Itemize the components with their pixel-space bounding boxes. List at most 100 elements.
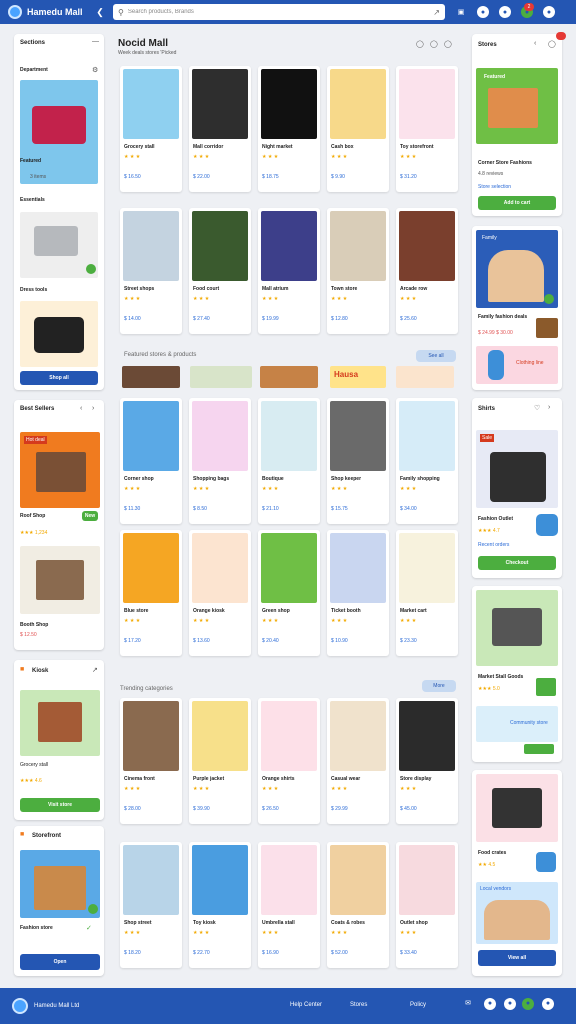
footer-link[interactable]: Help Center <box>290 1002 322 1008</box>
share-icon[interactable]: ↗ <box>92 666 98 674</box>
booth-shop-image[interactable] <box>20 546 100 614</box>
product-card[interactable]: Store display ★ ★ ★ $ 45.00 <box>396 698 458 824</box>
product-card[interactable]: Boutique ★ ★ ★ $ 21.10 <box>258 398 320 524</box>
product-card[interactable]: Purple jacket ★ ★ ★ $ 39.90 <box>189 698 251 824</box>
collapse-icon[interactable]: — <box>92 38 99 45</box>
open-button[interactable]: Open <box>20 954 100 970</box>
clothing-image[interactable]: Clothing line <box>476 346 558 384</box>
message-icon[interactable]: ✉ <box>462 998 474 1010</box>
product-image[interactable] <box>123 701 179 771</box>
product-image[interactable] <box>399 533 455 603</box>
product-card[interactable]: Ticket booth ★ ★ ★ $ 10.90 <box>327 530 389 656</box>
product-card[interactable]: Mall atrium ★ ★ ★ $ 19.99 <box>258 208 320 334</box>
product-image[interactable] <box>261 533 317 603</box>
luggage-image[interactable] <box>20 80 98 184</box>
product-image[interactable] <box>123 69 179 139</box>
community-image[interactable]: Community store <box>476 706 558 742</box>
chevron-left-icon[interactable]: ‹ <box>80 405 82 412</box>
product-card[interactable]: Grocery stall ★ ★ ★ $ 16.50 <box>120 66 182 192</box>
banner-thumb[interactable] <box>396 366 454 388</box>
bell-icon[interactable]: ● <box>504 998 516 1010</box>
product-card[interactable]: Mall corridor ★ ★ ★ $ 22.00 <box>189 66 251 192</box>
product-image[interactable] <box>192 401 248 471</box>
product-image[interactable] <box>330 701 386 771</box>
bag-image[interactable] <box>20 301 98 367</box>
product-card[interactable]: Blue store ★ ★ ★ $ 17.20 <box>120 530 182 656</box>
product-image[interactable] <box>123 845 179 915</box>
product-card[interactable]: Town store ★ ★ ★ $ 12.80 <box>327 208 389 334</box>
banner-thumb[interactable] <box>260 366 318 388</box>
search-input[interactable]: Search products, Brands <box>128 9 433 15</box>
user-icon[interactable]: ● <box>522 998 534 1010</box>
bell-icon[interactable]: ● <box>499 6 511 18</box>
vendors-image[interactable]: Local vendors <box>476 882 558 944</box>
product-image[interactable] <box>192 69 248 139</box>
product-card[interactable]: Corner shop ★ ★ ★ $ 11.30 <box>120 398 182 524</box>
product-image[interactable] <box>261 69 317 139</box>
product-image[interactable] <box>192 533 248 603</box>
grid-view-icon[interactable]: ◯ <box>416 40 424 48</box>
roof-shop-image[interactable]: Hot deal <box>20 432 100 508</box>
product-image[interactable] <box>399 69 455 139</box>
product-image[interactable] <box>399 845 455 915</box>
product-card[interactable]: Orange shirts ★ ★ ★ $ 26.50 <box>258 698 320 824</box>
banner-thumb[interactable]: Hausa <box>330 366 386 388</box>
mic-icon[interactable]: ↗ <box>433 8 440 17</box>
store-image[interactable]: Featured <box>476 68 558 144</box>
product-image[interactable] <box>399 701 455 771</box>
product-image[interactable] <box>399 211 455 281</box>
footer-link[interactable]: Stores <box>350 1002 367 1008</box>
product-card[interactable]: Coats & robes ★ ★ ★ $ 52.00 <box>327 842 389 968</box>
chevron-left-icon[interactable]: ❮ <box>89 7 111 18</box>
product-card[interactable]: Shop keeper ★ ★ ★ $ 15.75 <box>327 398 389 524</box>
product-card[interactable]: Green shop ★ ★ ★ $ 20.40 <box>258 530 320 656</box>
save-icon[interactable]: ▣ <box>455 6 467 18</box>
product-image[interactable] <box>330 69 386 139</box>
chevron-right-icon[interactable]: › <box>548 404 550 411</box>
product-image[interactable] <box>399 401 455 471</box>
banner-thumb[interactable] <box>122 366 180 388</box>
product-card[interactable]: Casual wear ★ ★ ★ $ 29.99 <box>327 698 389 824</box>
banner-thumb[interactable] <box>190 366 252 388</box>
kiosk-image[interactable] <box>20 690 100 756</box>
product-card[interactable]: Orange kiosk ★ ★ ★ $ 13.60 <box>189 530 251 656</box>
product-image[interactable] <box>261 701 317 771</box>
product-card[interactable]: Night market ★ ★ ★ $ 18.75 <box>258 66 320 192</box>
cart-icon[interactable]: ● <box>484 998 496 1010</box>
shop-all-button[interactable]: Shop all <box>20 371 98 385</box>
view-all-button[interactable]: View all <box>478 950 556 966</box>
more-button[interactable]: More <box>422 680 456 692</box>
chevron-left-icon[interactable]: ‹ <box>534 40 536 47</box>
bot-icon[interactable] <box>536 514 558 536</box>
product-image[interactable] <box>123 211 179 281</box>
product-card[interactable]: Toy kiosk ★ ★ ★ $ 22.70 <box>189 842 251 968</box>
product-image[interactable] <box>192 211 248 281</box>
product-card[interactable]: Food court ★ ★ ★ $ 27.40 <box>189 208 251 334</box>
family-image[interactable]: Family <box>476 230 558 308</box>
product-image[interactable] <box>330 533 386 603</box>
product-image[interactable] <box>123 401 179 471</box>
cart-icon[interactable]: ● <box>477 6 489 18</box>
product-image[interactable] <box>330 401 386 471</box>
product-image[interactable] <box>261 845 317 915</box>
tray-image[interactable] <box>20 212 98 278</box>
product-card[interactable]: Outlet shop ★ ★ ★ $ 33.40 <box>396 842 458 968</box>
chevron-right-icon[interactable]: › <box>92 405 94 412</box>
settings-icon[interactable]: ⚙ <box>92 66 98 74</box>
product-image[interactable] <box>192 701 248 771</box>
product-card[interactable]: Market cart ★ ★ ★ $ 23.30 <box>396 530 458 656</box>
list-view-icon[interactable]: ◯ <box>430 40 438 48</box>
shirts-image[interactable]: Sale <box>476 430 558 508</box>
logo-icon[interactable] <box>12 998 28 1014</box>
user-icon[interactable]: ◯ <box>548 40 556 48</box>
product-image[interactable] <box>330 845 386 915</box>
product-card[interactable]: Toy storefront ★ ★ ★ $ 31.20 <box>396 66 458 192</box>
visit-store-button[interactable]: Visit store <box>20 798 100 812</box>
crates-image[interactable] <box>476 774 558 842</box>
checkout-button[interactable]: Checkout <box>478 556 556 570</box>
product-card[interactable]: Umbrella stall ★ ★ ★ $ 16.90 <box>258 842 320 968</box>
shelf-thumb[interactable] <box>536 318 558 338</box>
filter-icon[interactable]: ◯ <box>444 40 452 48</box>
product-card[interactable]: Street shops ★ ★ ★ $ 14.00 <box>120 208 182 334</box>
product-image[interactable] <box>123 533 179 603</box>
